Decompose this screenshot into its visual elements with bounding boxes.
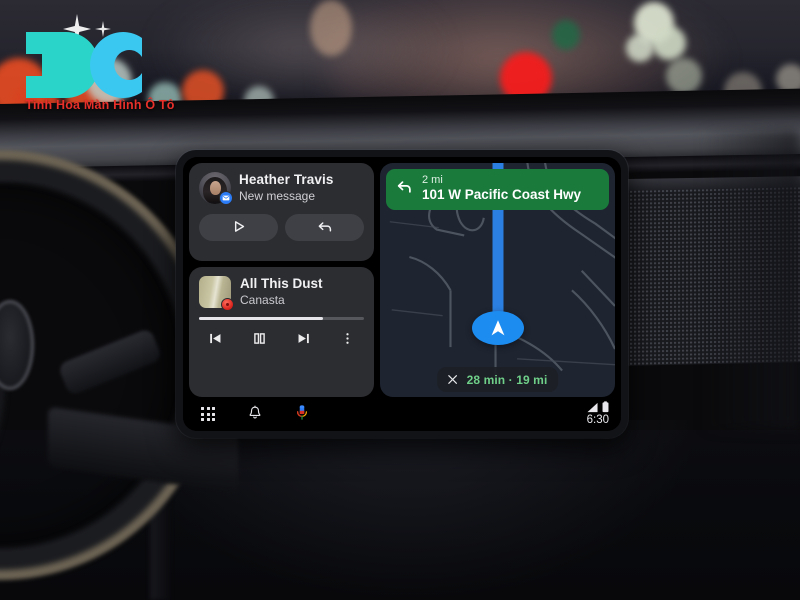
message-actions [199, 214, 364, 241]
message-app-badge-icon [219, 191, 233, 205]
system-bottom-bar: 6:30 [183, 397, 621, 431]
media-player-card[interactable]: All This Dust Canasta [189, 267, 374, 397]
battery-icon [602, 400, 609, 413]
left-column: Heather Travis New message All This Dust… [189, 163, 374, 397]
assistant-button[interactable] [291, 403, 313, 425]
playback-progress-fill [199, 317, 323, 320]
app-grid-icon [200, 406, 216, 422]
navigation-map[interactable]: 2 mi 101 W Pacific Coast Hwy 28 min · 19… [380, 163, 615, 397]
avatar [199, 172, 233, 205]
status-icons [586, 400, 609, 413]
pause-button[interactable] [246, 329, 272, 351]
bell-icon [247, 405, 263, 424]
bokeh-light [626, 34, 654, 62]
playback-progress-bar[interactable] [199, 317, 364, 320]
turn-left-arrow-icon [395, 177, 414, 201]
message-status: New message [239, 188, 316, 203]
close-x-icon[interactable] [446, 373, 459, 386]
eta-chip[interactable]: 28 min · 19 mi [436, 367, 559, 392]
media-controls [199, 329, 364, 351]
bottom-bar-status: 6:30 [586, 400, 609, 427]
message-header: Heather Travis New message [199, 172, 364, 205]
album-art [199, 276, 234, 311]
media-text-block: All This Dust Canasta [240, 276, 323, 308]
eta-text: 28 min · 19 mi [466, 372, 548, 387]
watermark: Tinh Hoa Màn Hình Ô Tô [8, 6, 184, 112]
skip-next-icon [295, 330, 312, 350]
navigation-banner-text: 2 mi 101 W Pacific Coast Hwy [422, 174, 581, 204]
maneuver-distance: 2 mi [422, 174, 443, 186]
pause-icon [251, 330, 268, 350]
media-header: All This Dust Canasta [199, 276, 364, 311]
navigation-banner: 2 mi 101 W Pacific Coast Hwy [386, 169, 609, 210]
navigation-position-puck [471, 311, 524, 345]
previous-track-button[interactable] [202, 329, 228, 351]
system-clock: 6:30 [586, 413, 609, 426]
right-vignette [700, 130, 800, 430]
media-overflow-button[interactable] [335, 329, 361, 351]
bottom-bar-left [197, 403, 313, 425]
maneuver-road-name: 101 W Pacific Coast Hwy [422, 187, 582, 203]
media-app-badge-icon [221, 298, 234, 311]
message-text-block: Heather Travis New message [239, 172, 333, 204]
track-title: All This Dust [240, 276, 323, 292]
cellular-signal-icon [586, 402, 599, 413]
android-auto-screen: Heather Travis New message All This Dust… [183, 157, 621, 431]
bokeh-light [310, 0, 352, 56]
more-vertical-icon [340, 331, 355, 349]
track-artist: Canasta [240, 292, 285, 307]
notifications-button[interactable] [244, 403, 266, 425]
bokeh-light [552, 20, 580, 50]
reply-message-button[interactable] [285, 214, 364, 241]
sender-name: Heather Travis [239, 172, 334, 188]
next-track-button[interactable] [291, 329, 317, 351]
navigation-arrow-icon [491, 320, 504, 336]
watermark-tagline: Tinh Hoa Màn Hình Ô Tô [25, 98, 175, 112]
skip-previous-icon [207, 330, 224, 350]
play-message-button[interactable] [199, 214, 278, 241]
watermark-logo [26, 32, 142, 98]
screen-content: Heather Travis New message All This Dust… [183, 157, 621, 397]
microphone-icon [294, 404, 310, 425]
reply-arrow-icon [316, 217, 334, 238]
play-icon [230, 218, 247, 238]
bokeh-light [666, 58, 702, 94]
app-launcher-button[interactable] [197, 403, 219, 425]
head-unit-display: Heather Travis New message All This Dust… [176, 150, 628, 438]
bokeh-light [652, 26, 686, 60]
message-card[interactable]: Heather Travis New message [189, 163, 374, 261]
